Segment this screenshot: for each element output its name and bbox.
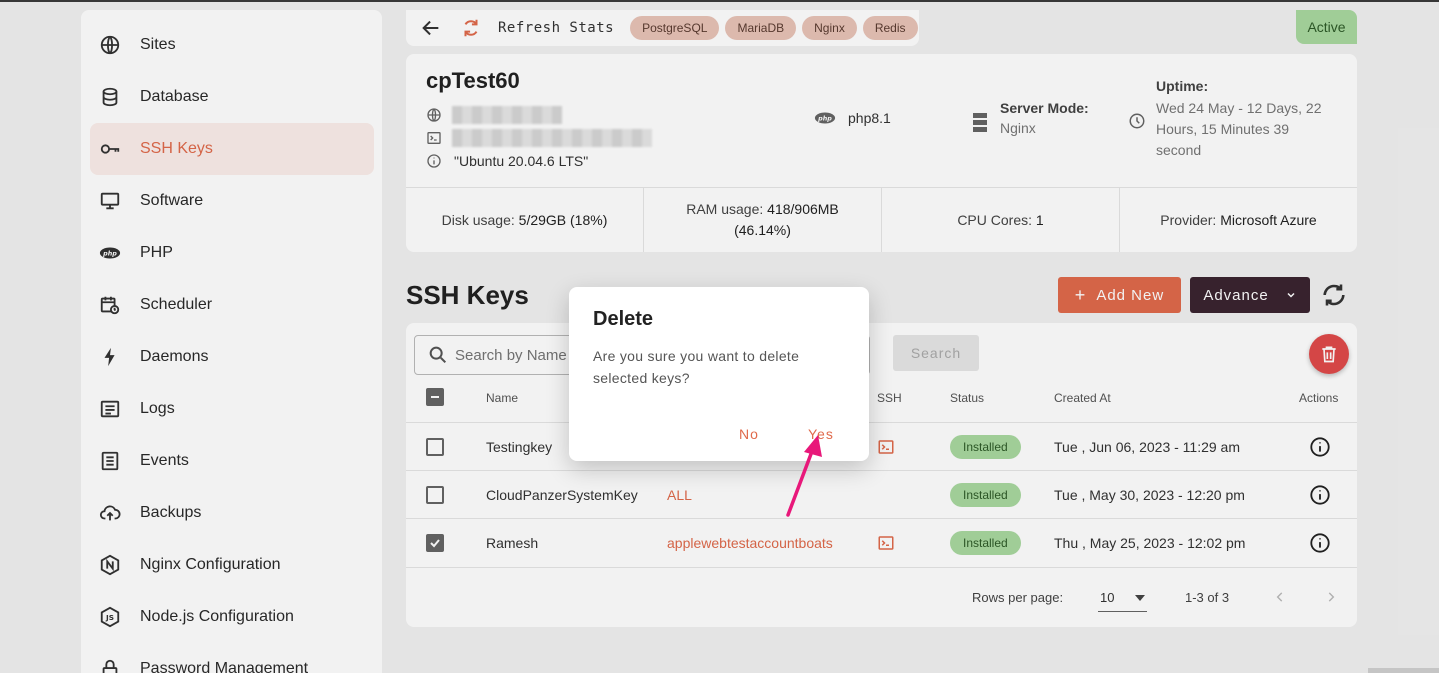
no-button[interactable]: No bbox=[739, 426, 759, 442]
dialog-title: Delete bbox=[593, 308, 654, 330]
annotation-arrow-icon bbox=[786, 435, 822, 517]
dialog-message: Are you sure you want to delete selected… bbox=[593, 348, 800, 386]
